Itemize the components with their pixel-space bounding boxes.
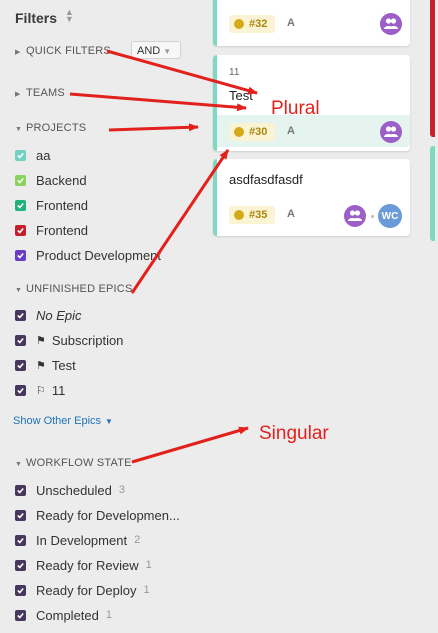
- annotation-arrows: [69, 49, 258, 464]
- arrow-projects: [108, 123, 199, 132]
- arrow-workflow-state: [131, 426, 249, 464]
- annotation-singular: Singular: [259, 423, 329, 444]
- arrow-unfinished-epics: [130, 149, 230, 294]
- arrow-quick-filters: [106, 49, 258, 95]
- arrow-teams: [69, 92, 247, 112]
- annotation-plural: Plural: [271, 98, 320, 119]
